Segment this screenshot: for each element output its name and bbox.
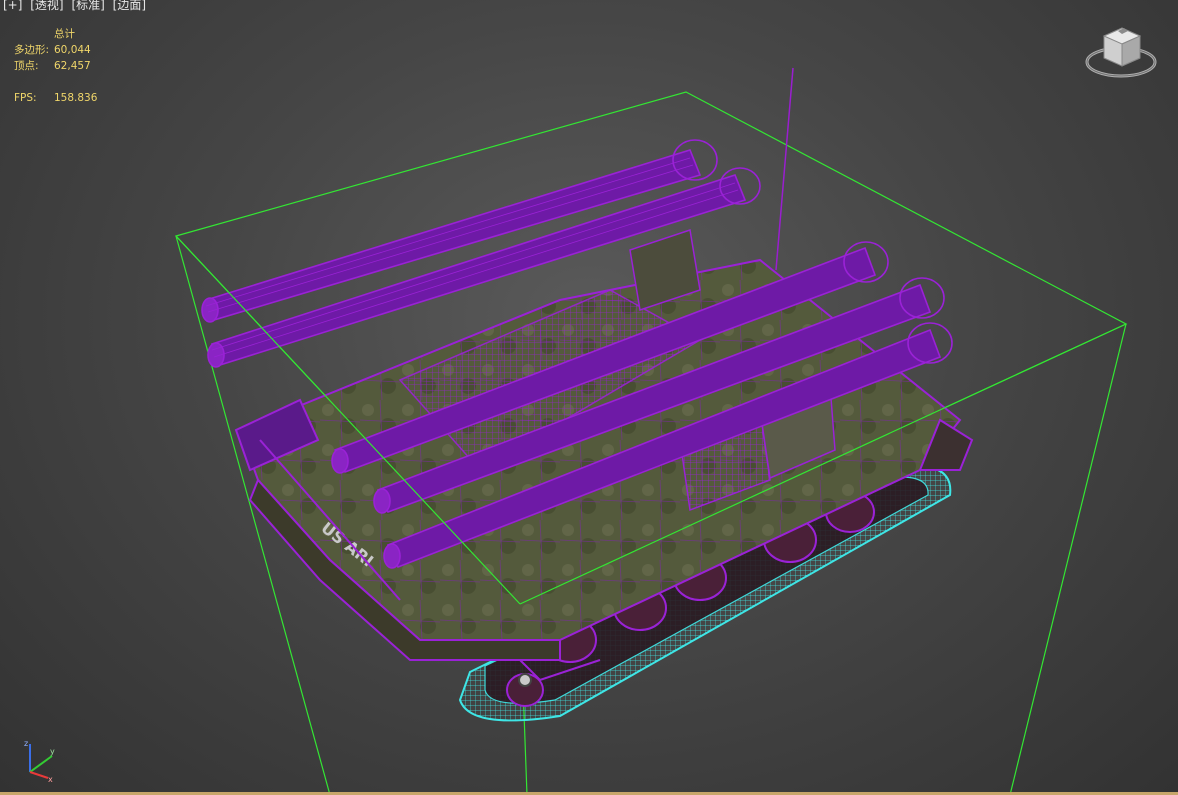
svg-text:y: y — [50, 747, 55, 756]
scene-canvas[interactable]: US ARI — [0, 0, 1178, 795]
perspective-viewport[interactable]: [+] [透视] [标准] [边面] 总计 多边形: 60,044 顶点: 62… — [0, 0, 1178, 795]
svg-text:z: z — [24, 739, 28, 748]
view-cube-icon[interactable] — [1084, 18, 1158, 82]
pivot-axis-line — [775, 67, 794, 271]
svg-text:x: x — [48, 775, 53, 782]
axis-gizmo-icon: z y x — [24, 739, 55, 782]
